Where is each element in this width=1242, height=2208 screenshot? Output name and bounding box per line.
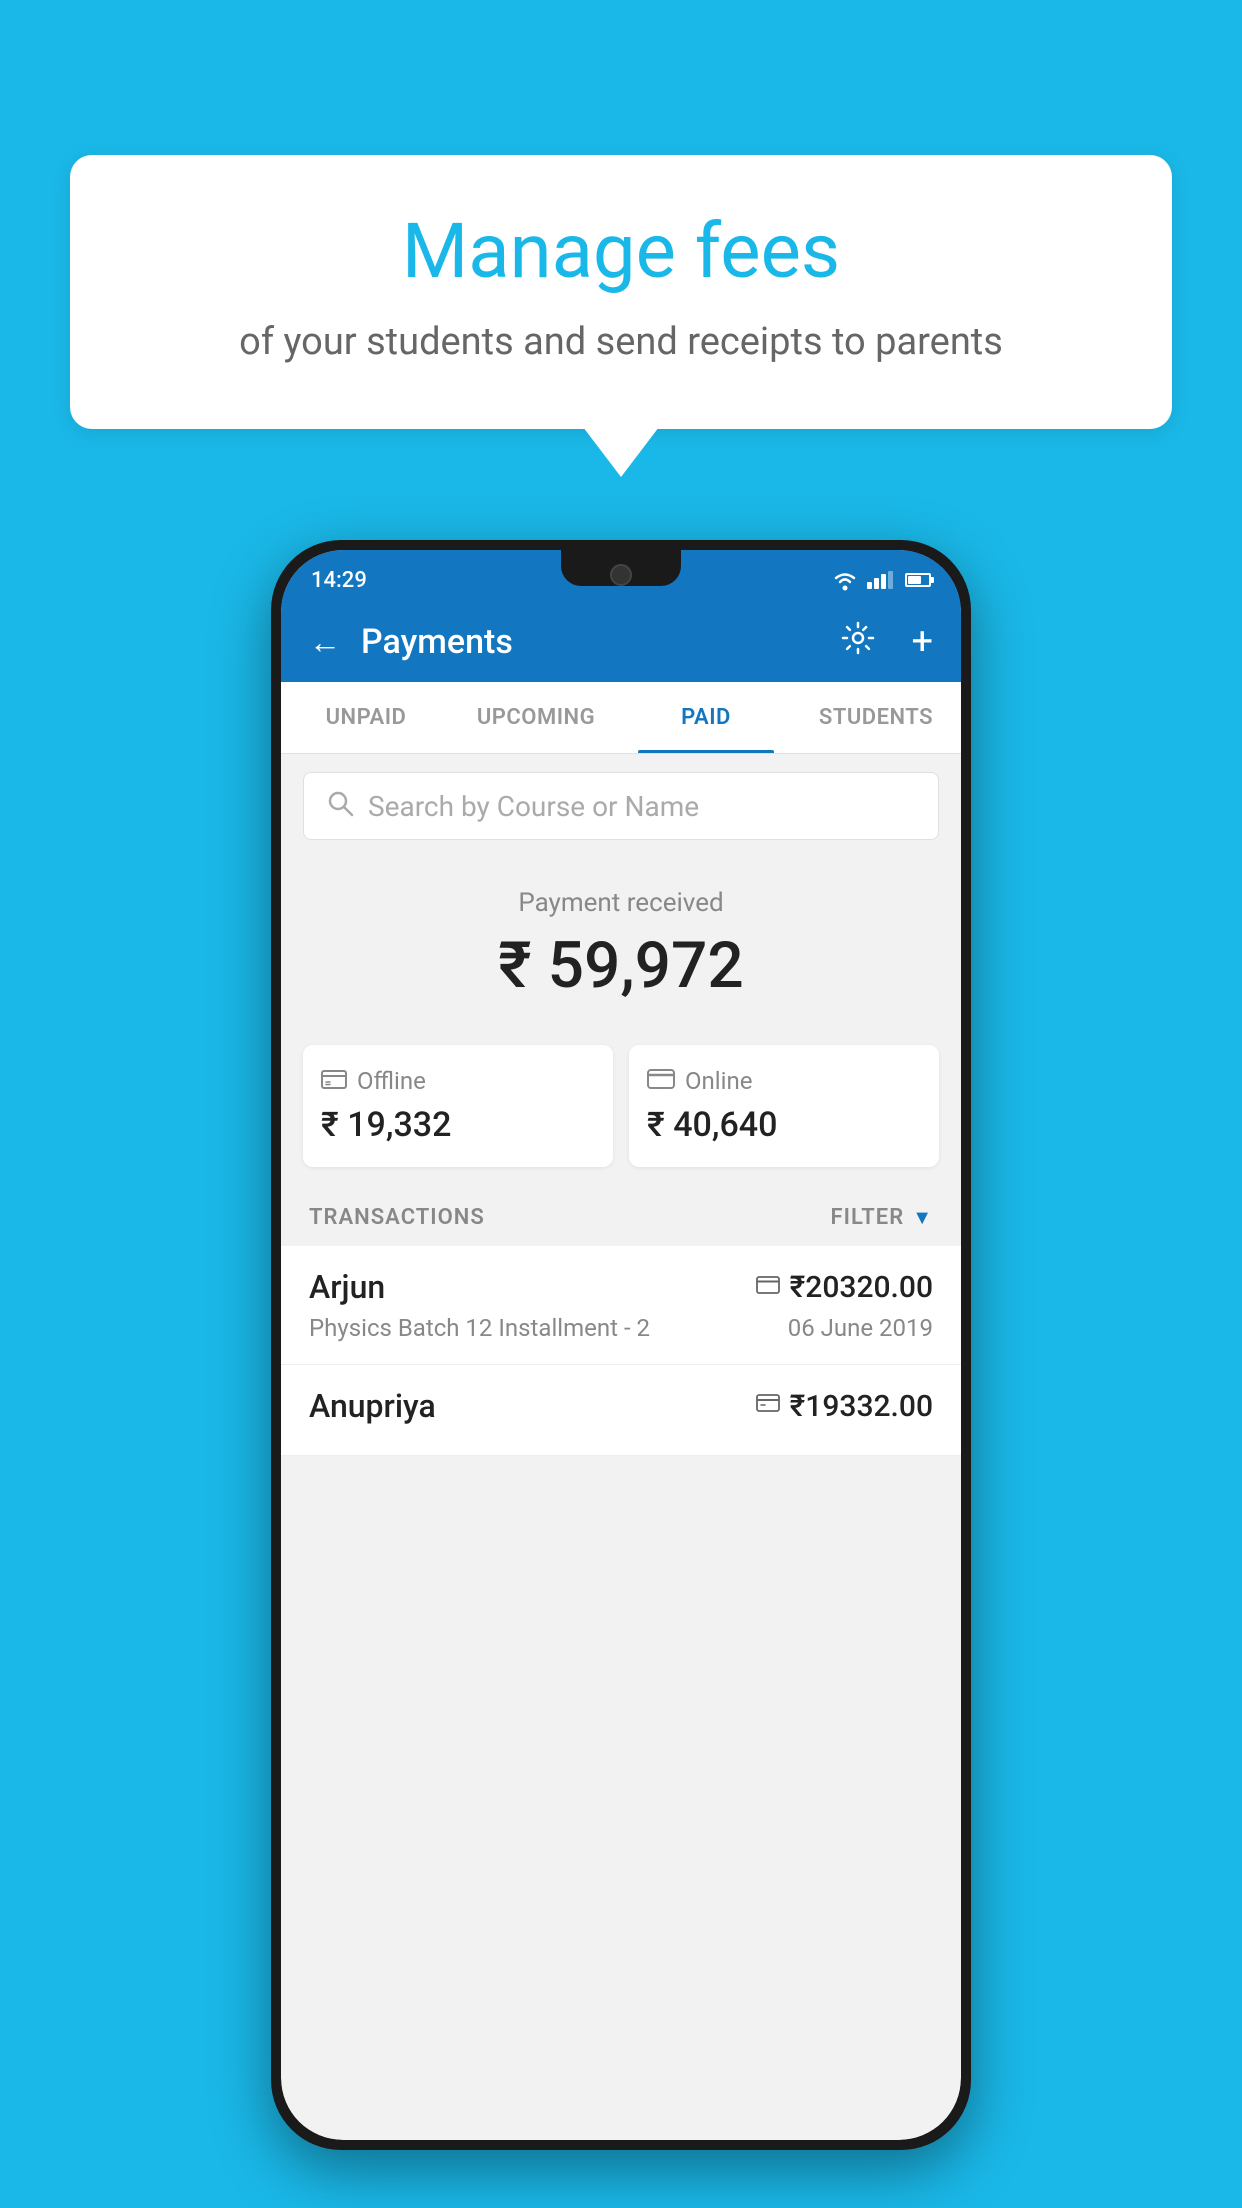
settings-button[interactable]: [841, 621, 875, 664]
online-payment-icon: [647, 1067, 675, 1095]
tab-paid[interactable]: PAID: [621, 682, 791, 753]
battery-icon: [905, 573, 931, 587]
status-icons: [831, 569, 931, 591]
transaction-description: Physics Batch 12 Installment - 2: [309, 1314, 650, 1342]
table-row[interactable]: Arjun ₹20320.00 Physics: [281, 1246, 961, 1365]
transaction-amount: ₹19332.00: [790, 1389, 933, 1424]
filter-button[interactable]: FILTER ▼: [831, 1205, 933, 1230]
tab-unpaid[interactable]: UNPAID: [281, 682, 451, 753]
offline-card-header: Offline: [321, 1067, 426, 1095]
transaction-amount-row: ₹19332.00: [756, 1389, 933, 1424]
search-placeholder-text: Search by Course or Name: [368, 790, 699, 823]
back-button[interactable]: ←: [309, 626, 341, 658]
tabs-bar: UNPAID UPCOMING PAID STUDENTS: [281, 682, 961, 754]
signal-bars-icon: [867, 571, 893, 589]
search-icon: [326, 789, 354, 824]
camera-icon: [610, 564, 632, 586]
online-payment-type-icon: [756, 1275, 780, 1300]
offline-amount: ₹ 19,332: [321, 1105, 451, 1145]
search-container: Search by Course or Name: [281, 754, 961, 858]
transaction-date: 06 June 2019: [788, 1314, 933, 1342]
page-title: Payments: [361, 622, 821, 662]
status-time: 14:29: [311, 568, 367, 593]
transaction-name: Arjun: [309, 1268, 385, 1306]
speech-bubble-title: Manage fees: [120, 210, 1122, 294]
transaction-row-bottom: Physics Batch 12 Installment - 2 06 June…: [309, 1314, 933, 1342]
wifi-icon: [831, 569, 859, 591]
add-button[interactable]: +: [911, 620, 933, 664]
online-amount: ₹ 40,640: [647, 1105, 777, 1145]
transaction-list: Arjun ₹20320.00 Physics: [281, 1246, 961, 1456]
speech-bubble-card: Manage fees of your students and send re…: [70, 155, 1172, 429]
payment-received-label: Payment received: [303, 888, 939, 918]
app-header: ← Payments +: [281, 602, 961, 682]
tab-students[interactable]: STUDENTS: [791, 682, 961, 753]
speech-bubble-subtitle: of your students and send receipts to pa…: [120, 316, 1122, 369]
transaction-row-top: Anupriya ₹19332.00: [309, 1387, 933, 1425]
transaction-amount: ₹20320.00: [790, 1270, 933, 1305]
phone-inner: 14:29: [281, 550, 961, 2140]
transactions-header: TRANSACTIONS FILTER ▼: [281, 1189, 961, 1246]
tab-upcoming[interactable]: UPCOMING: [451, 682, 621, 753]
phone-device: 14:29: [271, 540, 971, 2150]
online-label: Online: [685, 1067, 752, 1095]
offline-payment-icon: [321, 1067, 347, 1095]
payment-summary: Payment received ₹ 59,972: [281, 858, 961, 1045]
transaction-amount-row: ₹20320.00: [756, 1270, 933, 1305]
phone-screen: 14:29: [281, 550, 961, 2140]
transaction-name: Anupriya: [309, 1387, 436, 1425]
transaction-row-top: Arjun ₹20320.00: [309, 1268, 933, 1306]
transactions-label: TRANSACTIONS: [309, 1205, 485, 1230]
offline-card: Offline ₹ 19,332: [303, 1045, 613, 1167]
filter-icon: ▼: [912, 1205, 933, 1230]
online-card-header: Online: [647, 1067, 752, 1095]
phone-notch: [561, 550, 681, 586]
offline-label: Offline: [357, 1067, 426, 1095]
offline-payment-type-icon: [756, 1392, 780, 1420]
search-box[interactable]: Search by Course or Name: [303, 772, 939, 840]
payment-cards: Offline ₹ 19,332 Online ₹ 4: [281, 1045, 961, 1167]
table-row[interactable]: Anupriya ₹19332.00: [281, 1365, 961, 1456]
online-card: Online ₹ 40,640: [629, 1045, 939, 1167]
payment-total-amount: ₹ 59,972: [303, 928, 939, 1003]
